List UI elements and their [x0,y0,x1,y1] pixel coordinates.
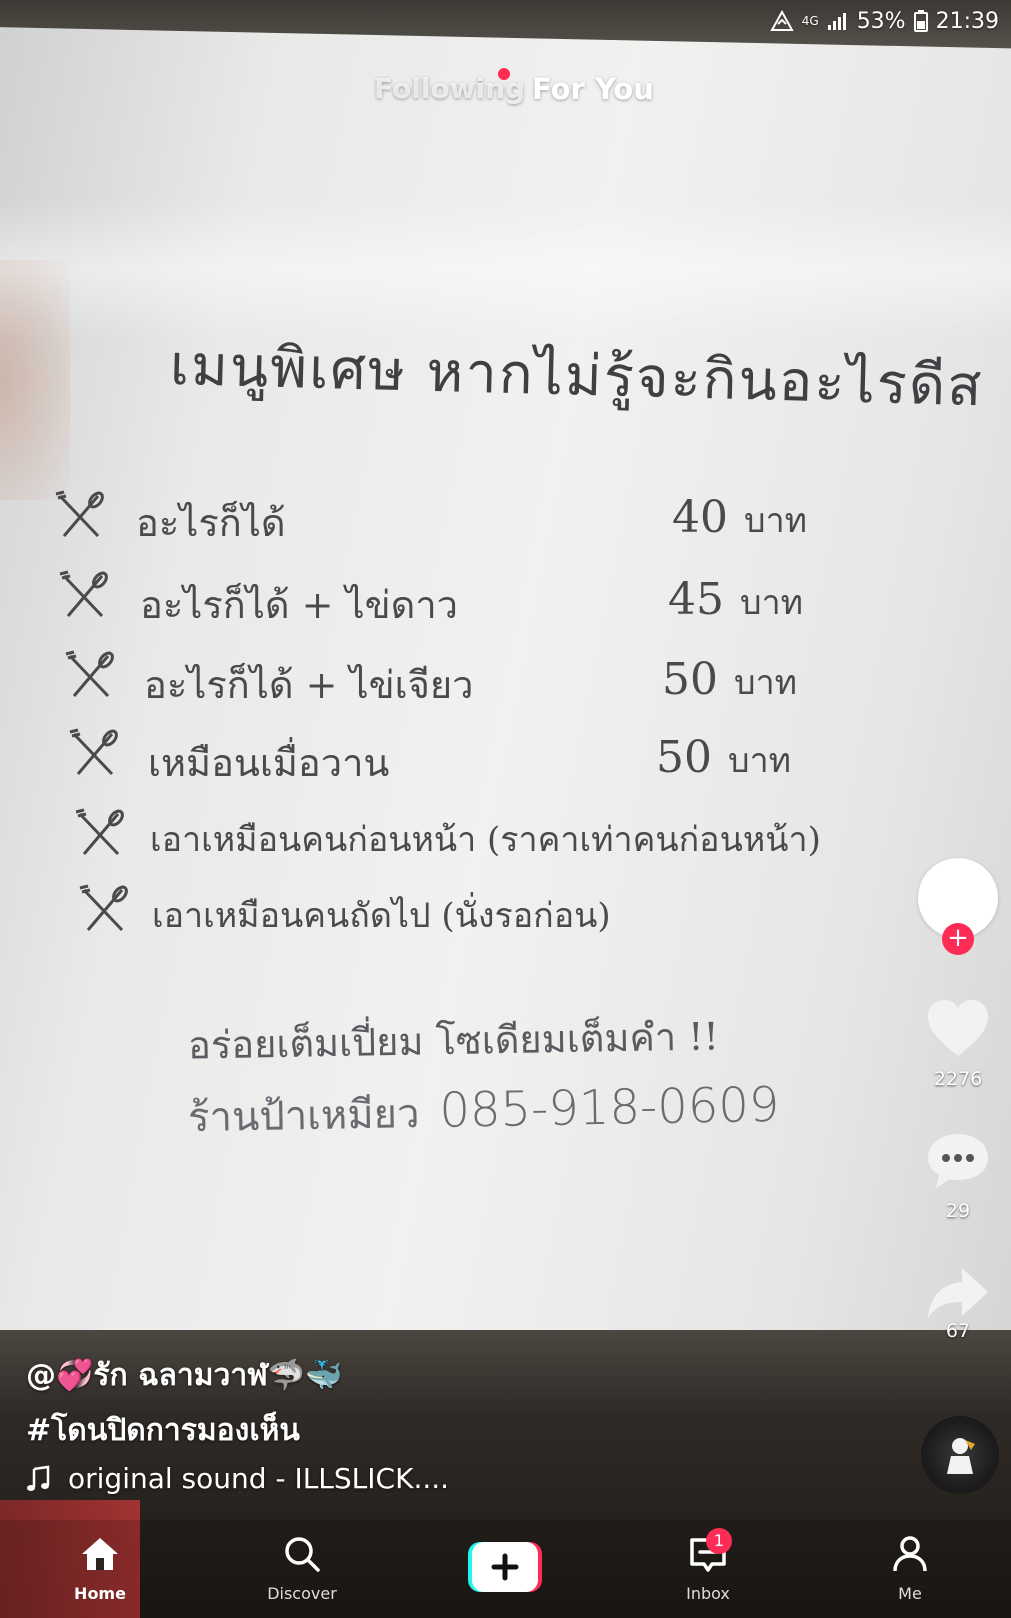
menu-item: เอาเหมือนคนถัดไป (นั่งรอก่อน) [0,880,1011,940]
battery-icon [913,10,928,32]
network-type: 4G [801,14,819,28]
menu-item-name: อะไรก็ได้ + ไข่ดาว [140,583,458,627]
shop-phone: 085-918-0609 [438,1076,780,1139]
menu-item-name: เอาเหมือนคนก่อนหน้า (ราคาเท่าคนก่อนหน้า) [150,820,821,860]
video-caption: @💞รัก ฉลามวาฬ🦈🐳 #โดนปิดการมองเห็น [26,1352,886,1454]
bottom-navigation: Home Discover 1 Inbox Me [0,1520,1011,1618]
tab-separator [515,90,518,93]
fork-spoon-icon [55,490,104,538]
status-bar: 4G 53% 21:39 [770,6,999,36]
fork-spoon-icon [69,728,118,776]
clock: 21:39 [935,8,999,34]
data-saver-icon [770,10,794,31]
menu-item-name: เหมือนเมื่อวาน [148,741,390,785]
share-icon[interactable] [924,1262,992,1324]
shop-contact: ร้านป้าเหมียว 085-918-0609 [187,1075,780,1149]
follow-button[interactable]: + [942,923,974,955]
menu-item: อะไรก็ได้ + ไข่เจียว 50 บาท [0,646,1011,707]
create-video-button[interactable] [468,1542,542,1592]
shop-name: ร้านป้าเหมียว [187,1091,420,1142]
music-note-icon [27,1465,50,1491]
menu-item-name: เอาเหมือนคนถัดไป (นั่งรอก่อน) [152,896,611,936]
sound-info[interactable]: original sound - ILLSLICK.... [26,1462,449,1495]
menu-item: อะไรก็ได้ 40 บาท [0,486,1011,546]
menu-item: อะไรก็ได้ + ไข่ดาว 45 บาท [0,566,1011,627]
hashtag-link[interactable]: #โดนปิดการมองเห็น [26,1407,886,1454]
menu-item-price: 40 บาท [672,492,808,543]
sound-label: original sound - ILLSLICK.... [68,1462,450,1495]
heart-icon[interactable] [924,998,992,1060]
share-count: 67 [945,1320,971,1342]
menu-item-name: อะไรก็ได้ + ไข่เจียว [144,663,474,707]
menu-slogan: อร่อยเต็มเปี่ยม โซเดียมเต็มคำ !! [187,1014,720,1068]
action-rail: + 2276 29 67 [912,858,1004,1494]
music-disc-art-icon [947,1438,975,1474]
fork-spoon-icon [65,650,114,698]
creator-username[interactable]: @💞รัก ฉลามวาฬ🦈🐳 [26,1352,886,1399]
fork-spoon-icon [75,808,124,856]
comment-count: 29 [945,1200,971,1222]
comment-icon[interactable] [924,1130,992,1192]
nav-inbox[interactable]: 1 Inbox [648,1520,768,1618]
battery-percent: 53% [856,8,906,34]
menu-item: เหมือนเมื่อวาน 50 บาท [0,724,1011,785]
music-disc[interactable] [921,1416,999,1494]
search-icon [285,1537,320,1572]
like-count: 2276 [933,1068,983,1090]
fork-spoon-icon [79,884,128,932]
menu-item-price: 45 บาท [668,574,804,625]
inbox-badge: 1 [706,1528,732,1554]
new-content-dot [498,68,510,80]
menu-item-price: 50 บาท [656,732,792,783]
feed-tabs: Following For You [0,68,1011,114]
menu-sign: เมนูพิเศษ หากไม่รู้จะกินอะไรดีส อะไรก็ได… [0,0,1011,1300]
tab-for-you[interactable]: For You [532,72,654,106]
signal-icon [827,13,846,30]
fork-spoon-icon [59,570,108,618]
profile-icon [893,1536,927,1572]
nav-me[interactable]: Me [850,1520,970,1618]
menu-item: เอาเหมือนคนก่อนหน้า (ราคาเท่าคนก่อนหน้า) [0,804,1011,864]
nav-home[interactable]: Home [40,1520,160,1618]
home-icon [82,1538,118,1570]
menu-item-name: อะไรก็ได้ [136,501,286,545]
menu-item-price: 50 บาท [662,654,798,705]
menu-title: เมนูพิเศษ หากไม่รู้จะกินอะไรดีส [169,333,985,420]
nav-discover[interactable]: Discover [242,1520,362,1618]
